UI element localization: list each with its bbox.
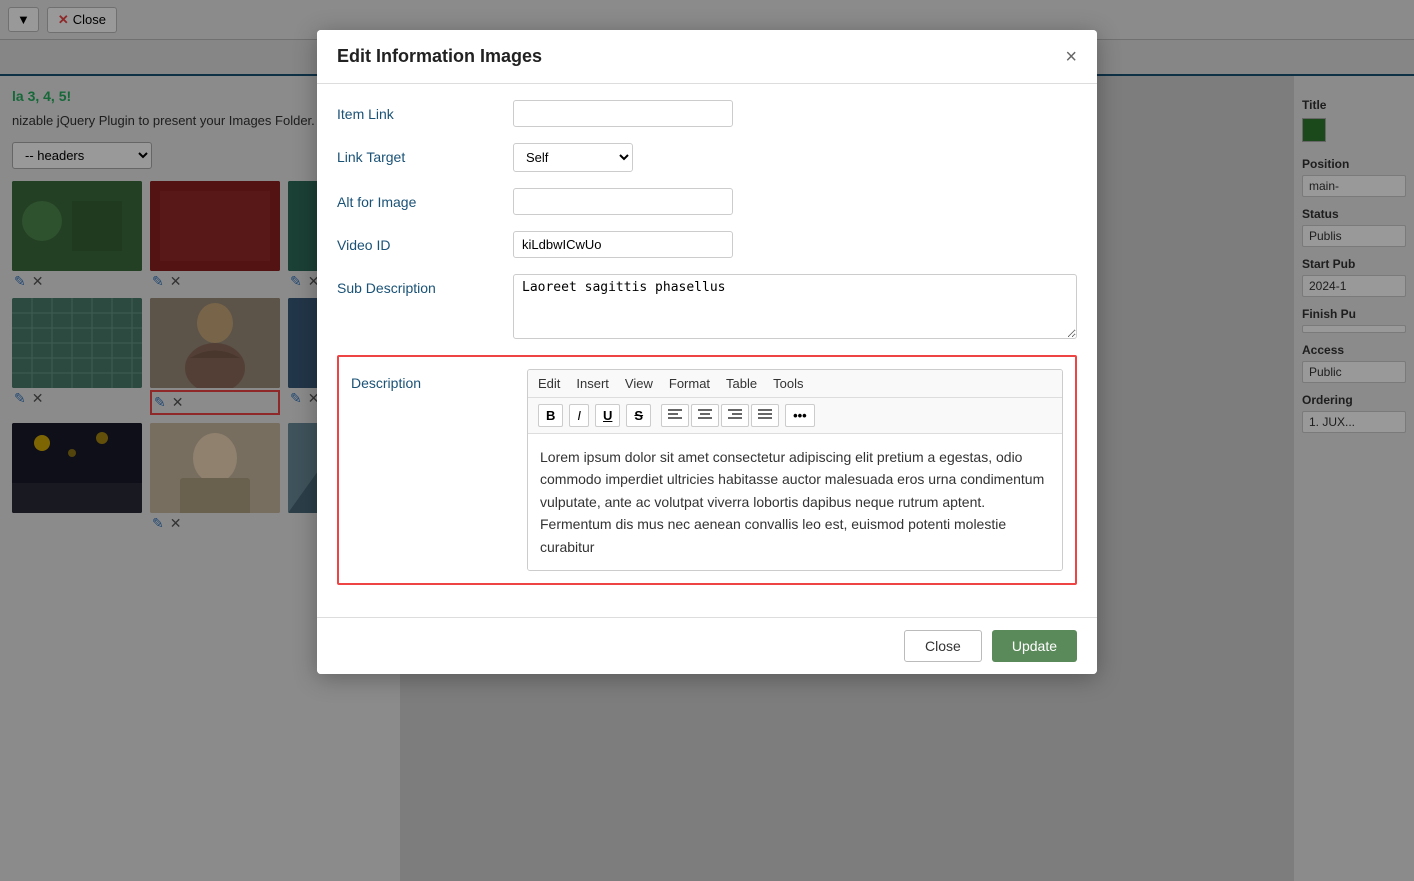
alt-image-input[interactable] [513,188,733,215]
modal-footer: Close Update [317,617,1097,674]
bold-button[interactable]: B [538,404,563,427]
menu-table[interactable]: Table [726,376,757,391]
link-target-row: Link Target Self _blank _parent _top [337,143,1077,172]
underline-button[interactable]: U [595,404,620,427]
item-link-label: Item Link [337,100,497,122]
item-link-row: Item Link [337,100,1077,127]
sub-desc-label: Sub Description [337,274,497,296]
align-left-button[interactable] [661,404,689,427]
item-link-input[interactable] [513,100,733,127]
editor-toolbar: B I U S [528,398,1062,434]
align-justify-button[interactable] [751,404,779,427]
align-center-button[interactable] [691,404,719,427]
modal-header: Edit Information Images × [317,30,1097,84]
modal-body: Item Link Link Target Self _blank _paren… [317,84,1097,617]
menu-format[interactable]: Format [669,376,710,391]
video-id-label: Video ID [337,231,497,253]
sub-desc-textarea[interactable]: Laoreet sagittis phasellus [513,274,1077,339]
menu-insert[interactable]: Insert [576,376,609,391]
modal-footer-update-button[interactable]: Update [992,630,1077,662]
menu-tools[interactable]: Tools [773,376,803,391]
modal-overlay: Edit Information Images × Item Link Link… [0,0,1414,881]
editor-container: Edit Insert View Format Table Tools B I … [527,369,1063,571]
align-right-button[interactable] [721,404,749,427]
editor-menu-bar: Edit Insert View Format Table Tools [528,370,1062,398]
video-id-row: Video ID [337,231,1077,258]
alt-image-label: Alt for Image [337,188,497,210]
link-target-select[interactable]: Self _blank _parent _top [513,143,633,172]
link-target-label: Link Target [337,143,497,165]
modal-title: Edit Information Images [337,46,542,67]
alt-image-row: Alt for Image [337,188,1077,215]
editor-content[interactable]: Lorem ipsum dolor sit amet consectetur a… [528,434,1062,570]
modal-footer-close-button[interactable]: Close [904,630,982,662]
modal-dialog: Edit Information Images × Item Link Link… [317,30,1097,674]
italic-button[interactable]: I [569,404,589,427]
modal-close-x-button[interactable]: × [1065,47,1077,67]
video-id-input[interactable] [513,231,733,258]
menu-edit[interactable]: Edit [538,376,560,391]
sub-desc-row: Sub Description Laoreet sagittis phasell… [337,274,1077,339]
menu-view[interactable]: View [625,376,653,391]
more-button[interactable]: ••• [785,404,815,427]
description-section: Description Edit Insert View Format Tabl… [337,355,1077,585]
align-group [661,404,779,427]
strikethrough-button[interactable]: S [626,404,651,427]
desc-label: Description [351,369,511,391]
